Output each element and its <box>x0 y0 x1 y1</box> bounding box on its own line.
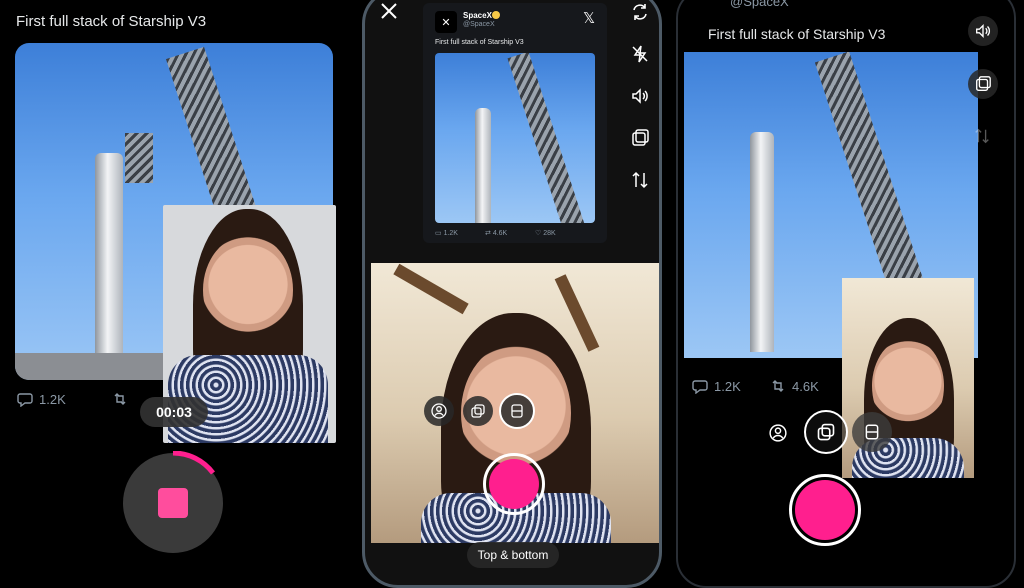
overlay-layout-button[interactable] <box>463 396 493 426</box>
verified-badge-icon <box>492 11 500 19</box>
author-handle: @SpaceX <box>463 21 495 28</box>
overlay-layout-icon <box>471 404 485 418</box>
card-repost-label: 4.6K <box>492 230 508 237</box>
middle-phone: ✕ SpaceX @SpaceX 𝕏 First full stack of S… <box>362 0 662 588</box>
stop-icon <box>158 488 188 518</box>
card-like-count: ♡ 28K <box>535 229 556 237</box>
card-post-title: First full stack of Starship V3 <box>435 39 524 46</box>
x-logo-icon: 𝕏 <box>583 10 596 27</box>
timer-label: 00:03 <box>156 404 192 420</box>
card-reply-icon: ▭ <box>435 230 444 237</box>
right-post-title: First full stack of Starship V3 <box>708 26 886 42</box>
profile-layout-button[interactable] <box>424 396 454 426</box>
right-sound-icon[interactable] <box>968 16 998 46</box>
card-repost-icon: ⇄ <box>485 230 493 237</box>
repost-count[interactable] <box>112 391 128 407</box>
card-post-image <box>435 53 595 223</box>
right-overlay-layout-icon <box>817 423 835 441</box>
flash-off-icon[interactable] <box>629 43 651 65</box>
post-card[interactable]: ✕ SpaceX @SpaceX 𝕏 First full stack of S… <box>423 3 607 243</box>
right-swap-order-icon[interactable] <box>971 125 993 147</box>
layout-mode-text: Top & bottom <box>477 548 549 562</box>
post-title: First full stack of Starship V3 <box>16 13 207 30</box>
repost-icon <box>114 393 126 405</box>
left-panel: First full stack of Starship V3 1.2K 00:… <box>0 0 345 576</box>
flip-camera-icon[interactable] <box>629 1 651 23</box>
top-bottom-layout-button[interactable] <box>499 393 535 429</box>
swap-order-icon[interactable] <box>629 169 651 191</box>
person-circle-icon <box>431 403 447 419</box>
card-reply-label: 1.2K <box>443 230 458 237</box>
right-record-button[interactable] <box>789 474 861 546</box>
card-like-icon: ♡ <box>535 230 544 237</box>
reply-count[interactable]: 1.2K <box>17 391 66 407</box>
author-name: SpaceX <box>463 11 492 20</box>
recording-timer: 00:03 <box>140 397 208 427</box>
right-reply-icon <box>692 380 708 394</box>
card-repost-count: ⇄ 4.6K <box>485 229 507 237</box>
close-icon[interactable] <box>379 1 399 21</box>
split-layout-icon <box>511 404 523 418</box>
right-repost-label: 4.6K <box>792 378 819 394</box>
right-phone: @SpaceX First full stack of Starship V3 … <box>676 0 1016 588</box>
right-media-picker-icon[interactable] <box>968 69 998 99</box>
right-reply-count[interactable]: 1.2K <box>692 378 741 394</box>
stop-record-button[interactable] <box>121 450 225 555</box>
card-reply-count: ▭ 1.2K <box>435 229 458 237</box>
record-dot <box>489 459 539 509</box>
media-picker-icon[interactable] <box>629 127 651 149</box>
right-person-circle-icon <box>769 424 787 442</box>
right-split-layout-icon <box>865 424 879 440</box>
right-profile-layout-button[interactable] <box>764 419 792 447</box>
reply-icon <box>17 393 33 407</box>
handle-partial: @SpaceX <box>730 0 789 9</box>
card-like-label: 28K <box>543 230 556 237</box>
record-button[interactable] <box>483 453 545 515</box>
spacex-avatar: ✕ <box>435 11 457 33</box>
reply-count-label: 1.2K <box>39 391 66 407</box>
right-overlay-layout-button[interactable] <box>804 410 848 454</box>
right-top-bottom-layout-button[interactable] <box>852 412 892 452</box>
right-repost-icon <box>772 380 784 392</box>
layout-mode-label: Top & bottom <box>467 542 559 568</box>
sound-icon[interactable] <box>629 85 651 107</box>
right-reply-label: 1.2K <box>714 378 741 394</box>
right-repost-count[interactable]: 4.6K <box>770 378 819 394</box>
right-record-dot <box>795 480 855 540</box>
